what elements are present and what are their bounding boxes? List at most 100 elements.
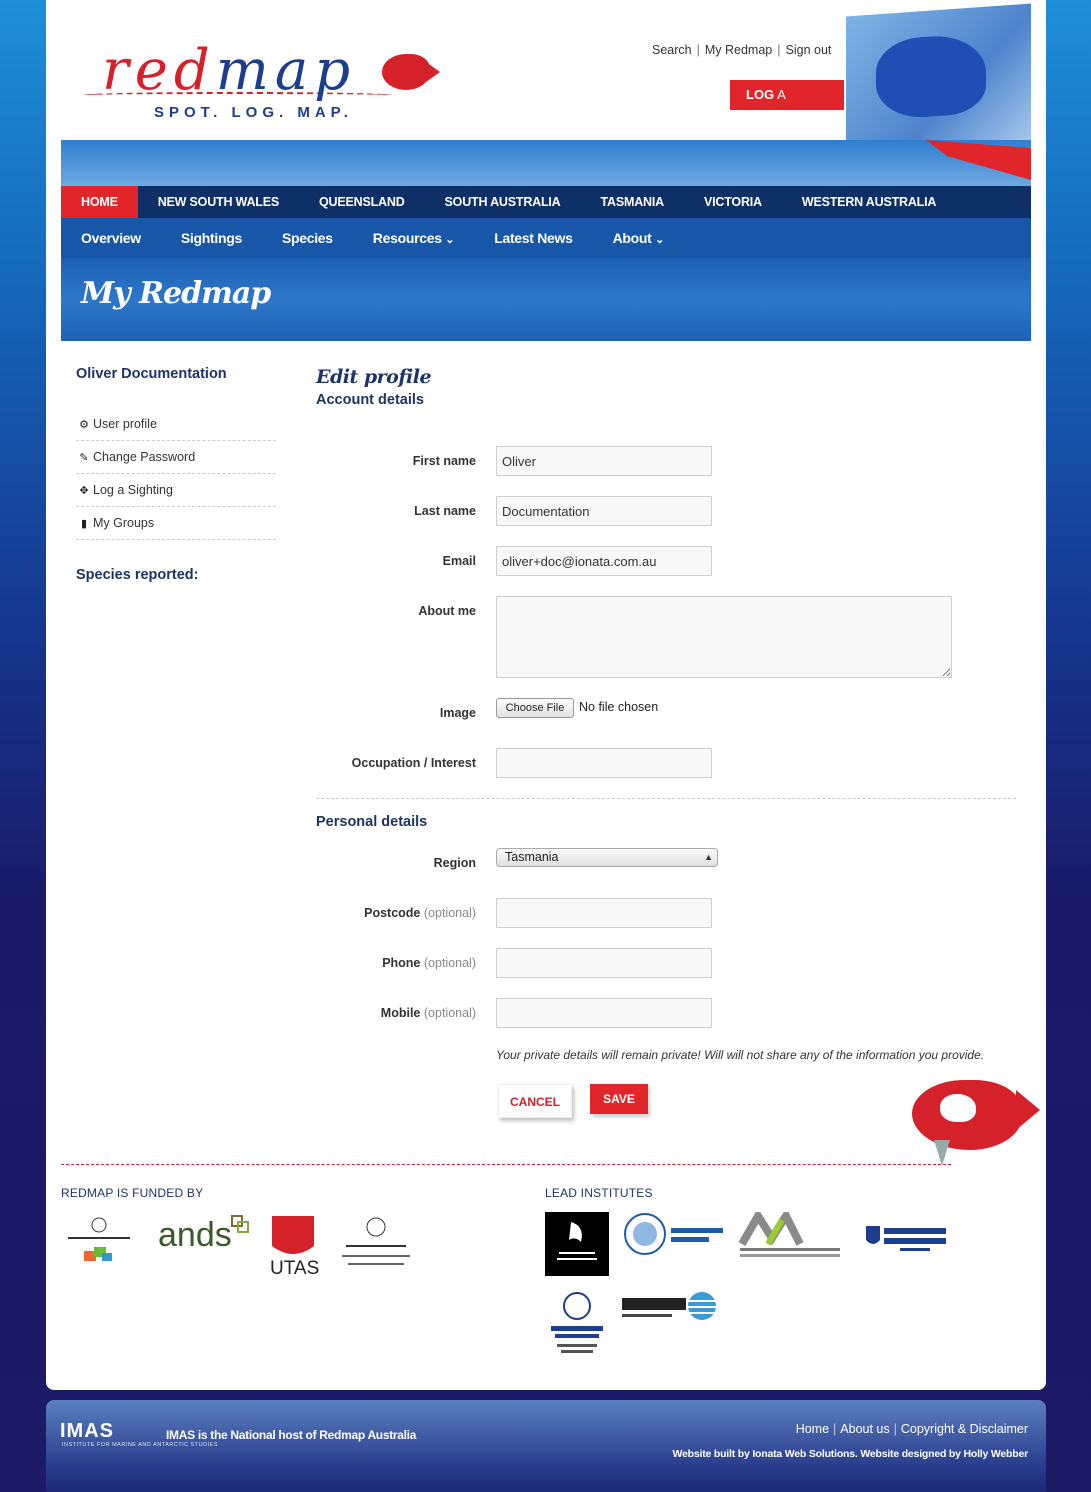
- sidebar-item-label: User profile: [93, 417, 157, 431]
- sign-out-link[interactable]: Sign out: [786, 43, 832, 57]
- personal-details-heading: Personal details: [316, 814, 428, 830]
- choose-file-button[interactable]: Choose File: [496, 698, 574, 718]
- search-link[interactable]: Search: [652, 43, 692, 57]
- sidebar-user-name: Oliver Documentation: [76, 366, 227, 382]
- australia-shape: [876, 32, 986, 121]
- pencil-icon: ✎: [79, 451, 89, 464]
- government-south-australia-logo[interactable]: [545, 1290, 609, 1358]
- move-icon: ✥: [79, 484, 89, 497]
- first-name-input[interactable]: [496, 446, 712, 476]
- sidebar-item-my-groups[interactable]: ▮ My Groups: [76, 507, 276, 540]
- log-sighting-button[interactable]: LOG A SIGHTING: [730, 80, 844, 132]
- account-details-heading: Account details: [316, 392, 424, 408]
- last-name-input[interactable]: [496, 496, 712, 526]
- footer-divider: [61, 1164, 951, 1165]
- sidebar-item-label: Log a Sighting: [93, 483, 173, 497]
- region-label: Region: [433, 856, 476, 870]
- gear-icon: ⚙: [79, 418, 89, 431]
- nav-home[interactable]: HOME: [61, 186, 138, 218]
- image-label: Image: [439, 706, 476, 720]
- select-arrows-icon: ▲: [704, 852, 713, 862]
- mobile-label: Mobile (optional): [380, 1006, 476, 1020]
- footer-copyright-link[interactable]: Copyright & Disclaimer: [901, 1422, 1028, 1436]
- sidebar-item-user-profile[interactable]: ⚙ User profile: [76, 408, 276, 441]
- lead-institutes-heading: LEAD INSTITUTES: [545, 1186, 653, 1200]
- redmap-logo[interactable]: redmap SPOT. LOG. MAP.: [82, 36, 442, 126]
- file-status: No file chosen: [579, 700, 659, 714]
- site-footer: IMAS INSTITUTE FOR MARINE AND ANTARCTIC …: [46, 1400, 1046, 1492]
- footer-home-link[interactable]: Home: [796, 1422, 829, 1436]
- nav-new-south-wales[interactable]: NEW SOUTH WALES: [138, 186, 299, 218]
- funded-by-heading: REDMAP IS FUNDED BY: [61, 1186, 204, 1200]
- email-label: Email: [442, 554, 476, 568]
- section-divider: [316, 798, 1016, 799]
- australia-map-image: [846, 3, 1031, 157]
- redmap-fish-icon: [912, 1080, 1040, 1150]
- james-cook-university-logo[interactable]: [860, 1218, 950, 1262]
- nav-species[interactable]: Species: [262, 218, 353, 258]
- last-name-label: Last name: [414, 504, 476, 518]
- first-name-label: First name: [412, 454, 476, 468]
- mobile-input[interactable]: [496, 998, 712, 1028]
- svg-text:ands: ands: [158, 1216, 232, 1254]
- nav-resources[interactable]: Resources ⌄: [353, 218, 474, 258]
- nav-latest-news[interactable]: Latest News: [474, 218, 592, 258]
- nav-about[interactable]: About ⌄: [593, 218, 684, 258]
- header-wave: [61, 140, 1031, 186]
- my-redmap-link[interactable]: My Redmap: [705, 43, 772, 57]
- nav-western-australia[interactable]: WESTERN AUSTRALIA: [782, 186, 956, 218]
- chevron-down-icon: ⌄: [445, 234, 455, 246]
- about-textarea[interactable]: [496, 596, 952, 678]
- region-select[interactable]: Tasmania ▲: [496, 848, 718, 867]
- sidebar: Oliver Documentation ⚙ User profile ✎ Ch…: [76, 366, 276, 583]
- imas-logo[interactable]: [620, 1290, 720, 1330]
- cancel-button[interactable]: CANCEL: [498, 1084, 572, 1118]
- footer-imas-logo[interactable]: IMAS: [60, 1420, 114, 1443]
- logo-wordmark: redmap: [102, 38, 357, 103]
- nav-overview[interactable]: Overview: [61, 218, 161, 258]
- fish-pin-icon: [934, 1140, 950, 1166]
- phone-input[interactable]: [496, 948, 712, 978]
- australian-government-logo[interactable]: [64, 1215, 134, 1275]
- nav-south-australia[interactable]: SOUTH AUSTRALIA: [425, 186, 581, 218]
- region-nav: HOME NEW SOUTH WALES QUEENSLAND SOUTH AU…: [61, 186, 1031, 218]
- nav-queensland[interactable]: QUEENSLAND: [299, 186, 425, 218]
- footer-logo-subtitle: INSTITUTE FOR MARINE AND ANTARCTIC STUDI…: [62, 1442, 218, 1448]
- sidebar-item-label: My Groups: [93, 516, 155, 530]
- top-links: Search | My Redmap | Sign out: [652, 43, 832, 57]
- page-card: redmap SPOT. LOG. MAP. Search | My Redmap |…: [46, 0, 1046, 1390]
- save-button[interactable]: SAVE: [590, 1084, 648, 1114]
- privacy-note: Your private details will remain private…: [496, 1048, 985, 1062]
- bookmark-icon: ▮: [80, 517, 88, 530]
- postcode-label: Postcode (optional): [364, 906, 476, 920]
- email-input[interactable]: [496, 546, 712, 576]
- museum-victoria-logo[interactable]: [738, 1212, 842, 1262]
- university-of-newcastle-logo[interactable]: [545, 1212, 609, 1276]
- department-of-fisheries-logo[interactable]: [623, 1212, 727, 1258]
- department-agriculture-logo[interactable]: [336, 1215, 416, 1275]
- nav-sightings[interactable]: Sightings: [161, 218, 262, 258]
- about-label: About me: [418, 604, 476, 618]
- page-banner: My Redmap: [61, 258, 1031, 341]
- nav-tasmania[interactable]: TASMANIA: [581, 186, 684, 218]
- form-title: Edit profile: [316, 366, 432, 388]
- page-title: My Redmap: [81, 276, 271, 311]
- ands-logo[interactable]: ands: [154, 1212, 250, 1262]
- edit-profile-form: Edit profile Account details First name …: [316, 366, 1016, 1118]
- sidebar-item-label: Change Password: [93, 450, 196, 464]
- occupation-label: Occupation / Interest: [351, 756, 476, 770]
- sub-nav: Overview Sightings Species Resources ⌄ L…: [61, 218, 1031, 258]
- utas-logo[interactable]: UTAS: [266, 1212, 320, 1278]
- sidebar-item-change-password[interactable]: ✎ Change Password: [76, 441, 276, 474]
- species-reported-heading: Species reported:: [76, 567, 199, 583]
- svg-text:UTAS: UTAS: [270, 1258, 319, 1278]
- sidebar-item-log-sighting[interactable]: ✥ Log a Sighting: [76, 474, 276, 507]
- occupation-input[interactable]: [496, 748, 712, 778]
- footer-credit: Website built by Ionata Web Solutions. W…: [672, 1448, 1029, 1460]
- phone-label: Phone (optional): [382, 956, 476, 970]
- logo-tagline: SPOT. LOG. MAP.: [154, 104, 353, 121]
- footer-about-link[interactable]: About us: [840, 1422, 889, 1436]
- nav-victoria[interactable]: VICTORIA: [684, 186, 782, 218]
- footer-links: Home | About us | Copyright & Disclaimer: [795, 1422, 1028, 1436]
- postcode-input[interactable]: [496, 898, 712, 928]
